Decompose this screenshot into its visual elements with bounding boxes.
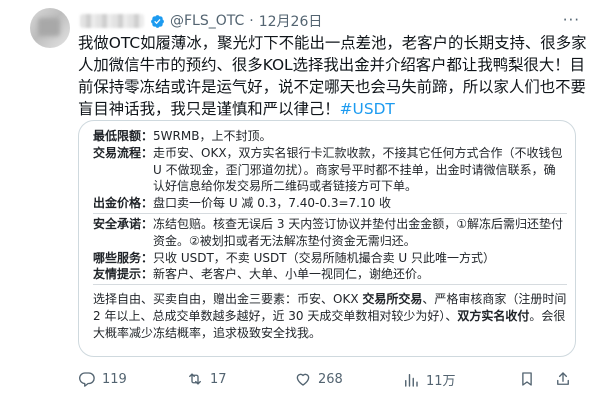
post-date[interactable]: 12月26日 bbox=[259, 11, 323, 31]
repost-icon bbox=[189, 373, 201, 385]
share-icon bbox=[557, 372, 569, 385]
hashtag-link[interactable]: #USDT bbox=[340, 100, 395, 118]
separator-dot: · bbox=[249, 13, 254, 29]
like-count: 268 bbox=[318, 371, 343, 387]
bookmark-icon bbox=[522, 372, 532, 386]
divider bbox=[93, 212, 567, 214]
card-row-price: 出金价格： 盘口卖一价每 U 减 0.3，7.40-0.3=7.10 收 bbox=[93, 195, 567, 212]
para-bold-text: 双方实名收付 bbox=[457, 308, 530, 323]
para-bold-text: 交易所交易 bbox=[362, 292, 423, 307]
more-options-icon[interactable]: ··· bbox=[563, 11, 580, 29]
row-label: 友情提示： bbox=[93, 267, 154, 282]
heart-icon bbox=[296, 373, 310, 386]
post-text-main: 我做OTC如履薄冰，聚光灯下不能出一点差池，老客户的长期支持、很多家人加微信牛市… bbox=[78, 34, 587, 118]
verified-badge-icon bbox=[151, 14, 164, 28]
row-value: 新客户、老客户、大单、小单一视同仁，谢绝还价。 bbox=[153, 267, 430, 282]
avatar[interactable] bbox=[30, 8, 70, 48]
card-row-tips: 友情提示： 新客户、老客户、大单、小单一视同仁，谢绝还价。 bbox=[93, 266, 567, 283]
views-chart-icon bbox=[405, 373, 418, 387]
reply-icon bbox=[79, 372, 95, 387]
like-button[interactable]: 268 bbox=[294, 370, 343, 388]
card-row-process: 交易流程： 走币安、OKX，双方实名银行卡汇款收款，不接其它任何方式合作（不收钱… bbox=[93, 145, 567, 195]
user-handle[interactable]: @FLS_OTC bbox=[170, 13, 244, 29]
attached-image-card[interactable]: 最低限额： 5WRMB，上不封顶。 交易流程： 走币安、OKX，双方实名银行卡汇… bbox=[78, 120, 576, 357]
reply-button[interactable]: 119 bbox=[78, 370, 127, 388]
card-row-safety: 安全承诺： 冻结包赔。核查无误后 3 天内签订协议并垫付出金金额，①解冻后需归还… bbox=[93, 216, 567, 250]
para-text: 选择自由、买卖自由，赠出金三要素：币安、OKX bbox=[93, 292, 363, 307]
row-label: 最低限额： bbox=[93, 129, 154, 143]
post-header: @FLS_OTC · 12月26日 ··· bbox=[80, 11, 584, 31]
repost-button[interactable]: 17 bbox=[186, 370, 227, 388]
action-bar: 119 17 268 11万 bbox=[78, 370, 578, 392]
card-paragraph: 选择自由、买卖自由，赠出金三要素：币安、OKX 交易所交易、严格审核商家（注册时… bbox=[93, 291, 567, 341]
row-value: 走币安、OKX，双方实名银行卡汇款收款，不接其它任何方式合作（不收钱包 U 不做… bbox=[153, 145, 563, 194]
views-button[interactable]: 11万 bbox=[402, 370, 456, 389]
row-value: 冻结包赔。核查无误后 3 天内签订协议并垫付出金金额，①解冻后需归还垫付资金。②… bbox=[153, 216, 564, 248]
card-row-min-limit: 最低限额： 5WRMB，上不封顶。 bbox=[93, 128, 567, 145]
row-label: 出金价格： bbox=[93, 196, 154, 211]
card-row-services: 哪些服务： 只收 USDT，不卖 USDT（交易所随机撮合卖 U 只此唯一方式） bbox=[93, 250, 567, 267]
view-count: 11万 bbox=[426, 374, 456, 389]
bookmark-button[interactable] bbox=[518, 370, 542, 388]
divider bbox=[93, 284, 567, 286]
share-button[interactable] bbox=[554, 370, 578, 388]
card-content: 最低限额： 5WRMB，上不封顶。 交易流程： 走币安、OKX，双方实名银行卡汇… bbox=[93, 128, 567, 342]
post-text: 我做OTC如履薄冰，聚光灯下不能出一点差池，老客户的长期支持、很多家人加微信牛市… bbox=[78, 32, 590, 120]
row-value: 5WRMB，上不封顶。 bbox=[153, 129, 272, 143]
display-name-blurred[interactable] bbox=[80, 14, 144, 28]
repost-count: 17 bbox=[210, 371, 227, 387]
row-value: 只收 USDT，不卖 USDT（交易所随机撮合卖 U 只此唯一方式） bbox=[153, 250, 495, 265]
row-label: 安全承诺： bbox=[93, 216, 154, 231]
row-value: 盘口卖一价每 U 减 0.3，7.40-0.3=7.10 收 bbox=[153, 196, 392, 211]
row-label: 交易流程： bbox=[93, 145, 154, 160]
row-label: 哪些服务： bbox=[93, 250, 154, 265]
reply-count: 119 bbox=[102, 371, 127, 387]
